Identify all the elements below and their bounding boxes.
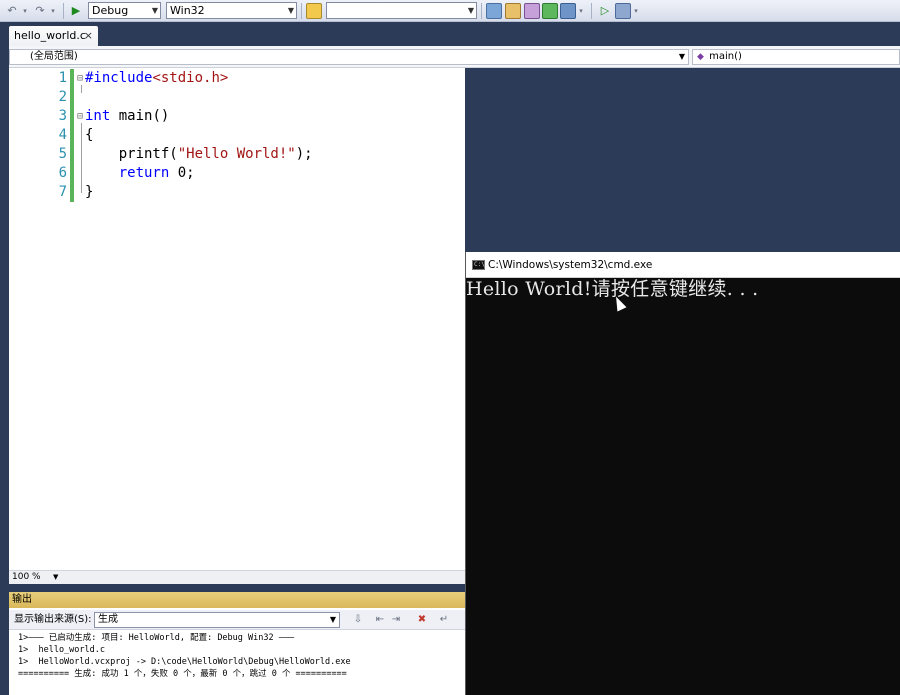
code-token: ); [295,146,313,162]
chevron-down-icon: ▼ [329,615,336,624]
redo-icon[interactable]: ↷ [32,3,48,19]
code-token: } [85,184,94,200]
code-line[interactable]: 6 return 0; [9,164,465,183]
code-line[interactable]: 4{ [9,126,465,145]
method-icon: ◆ [697,52,704,62]
output-source-select[interactable]: 生成 ▼ [94,612,340,628]
scope-dropdown[interactable]: (全局范围) ▼ [9,49,689,65]
code-token: main() [110,108,170,124]
chevron-down-icon[interactable]: ▼ [53,571,58,584]
console-window[interactable]: C:\ C:\Windows\system32\cmd.exe Hello Wo… [465,252,900,695]
cmd-icon: C:\ [472,260,485,270]
line-number: 1 [58,70,67,86]
navigation-bar: (全局范围) ▼ ◆ main() [9,46,900,68]
find-in-files-icon[interactable] [306,3,322,19]
line-number: 6 [58,165,67,181]
zoom-bar: 100 % ▼ [9,570,465,584]
toolbar-overflow-icon[interactable]: ▾ [632,3,640,19]
find-combo[interactable]: ▼ [326,2,477,19]
solution-explorer-icon[interactable] [486,3,502,19]
collapse-icon[interactable]: ⊟ [77,107,83,126]
start-without-debug-icon[interactable]: ▷ [597,3,613,19]
object-browser-icon[interactable] [542,3,558,19]
document-tab-strip: hello_world.c × [0,22,900,46]
toolbar-separator [481,3,482,19]
console-title: C:\Windows\system32\cmd.exe [488,259,653,271]
code-line[interactable]: 5 printf("Hello World!"); [9,145,465,164]
line-number: 2 [58,89,67,105]
solution-platform-select[interactable]: Win32 ▼ [166,2,297,19]
previous-message-icon[interactable]: ⇤ [373,613,387,627]
solution-platform-value: Win32 [170,4,205,17]
chevron-down-icon: ▼ [287,6,294,15]
line-number: 5 [58,146,67,162]
output-source-value: 生成 [98,614,118,625]
code-token: return [85,165,170,181]
start-debug-icon[interactable]: ▶ [68,3,84,19]
solution-config-select[interactable]: Debug ▼ [88,2,161,19]
tab-label: hello_world.c [14,29,86,42]
code-text: int main() [85,107,169,126]
window-layout-icon[interactable] [615,3,631,19]
code-text: { [85,126,93,145]
code-editor[interactable]: 1 ⊟ #include<stdio.h> 2 3 ⊟ int main() 4{5 prin… [9,68,465,570]
zoom-level[interactable]: 100 % [12,571,41,584]
close-icon[interactable]: × [84,26,93,46]
standard-toolbar: ↶ ▾ ↷ ▾ ▶ Debug ▼ Win32 ▼ ▼ ▾ ▷ ▾ [0,0,900,22]
team-explorer-icon[interactable] [560,3,576,19]
line-number: 4 [58,127,67,143]
output-line: 1>——— 已启动生成: 项目: HelloWorld, 配置: Debug W… [18,633,295,643]
toolbar-separator [301,3,302,19]
code-text: return 0; [85,164,195,183]
code-line[interactable]: 2 [9,88,465,107]
word-wrap-icon[interactable]: ↵ [437,613,451,627]
properties-icon[interactable] [505,3,521,19]
line-number: 7 [58,184,67,200]
code-token: printf( [85,146,178,162]
toolbar-separator [591,3,592,19]
console-title-bar[interactable]: C:\ C:\Windows\system32\cmd.exe [466,252,900,278]
code-text: printf("Hello World!"); [85,145,313,164]
function-value: main() [709,51,742,62]
find-message-icon[interactable]: ⇩ [351,613,365,627]
output-line: ========== 生成: 成功 1 个，失败 0 个，最新 0 个，跳过 0… [18,669,347,679]
output-line: 1> HelloWorld.vcxproj -> D:\code\HelloWo… [18,657,351,667]
solution-config-value: Debug [92,4,129,17]
code-token: { [85,127,94,143]
toolbar-overflow-icon[interactable]: ▾ [577,3,585,19]
chevron-down-icon: ▼ [467,6,474,15]
left-dock-strip [0,68,9,595]
output-line: 1> hello_world.c [18,645,105,655]
toolbar-separator [63,3,64,19]
output-toolbar: 显示输出来源(S): 生成 ▼ ⇩ ⇤ ⇥ ✖ ↵ [9,610,465,630]
code-line[interactable]: 7} [9,183,465,202]
scope-value: (全局范围) [30,51,78,62]
code-token: "Hello World!" [177,146,296,162]
code-token: #include [85,70,153,86]
line-number: 3 [58,108,67,124]
code-line[interactable]: 3 ⊟ int main() [9,107,465,126]
code-line[interactable]: 1 ⊟ #include<stdio.h> [9,69,465,88]
code-text: #include<stdio.h> [85,69,228,88]
clear-all-icon[interactable]: ✖ [415,613,429,627]
output-source-label: 显示输出来源(S): [14,614,92,625]
output-title: 输出 [9,592,465,608]
collapse-icon[interactable]: ⊟ [77,69,83,88]
function-dropdown[interactable]: ◆ main() [692,49,900,65]
code-token: 0; [169,165,195,181]
code-token: int [85,108,111,124]
undo-icon[interactable]: ↶ [4,3,20,19]
next-message-icon[interactable]: ⇥ [389,613,403,627]
undo-dropdown-icon[interactable]: ▾ [20,3,30,19]
chevron-down-icon: ▼ [678,52,685,61]
code-token: <stdio.h> [152,70,229,86]
redo-dropdown-icon[interactable]: ▾ [48,3,58,19]
panel-splitter[interactable] [0,584,465,592]
toolbox-icon[interactable] [524,3,540,19]
tab-hello-world-c[interactable]: hello_world.c × [9,26,98,46]
output-panel: 输出 显示输出来源(S): 生成 ▼ ⇩ ⇤ ⇥ ✖ ↵ 1>——— 已启动生成… [9,592,465,695]
console-output: Hello World!请按任意键继续. . . [466,278,759,300]
chevron-down-icon: ▼ [151,6,158,15]
code-text: } [85,183,93,202]
